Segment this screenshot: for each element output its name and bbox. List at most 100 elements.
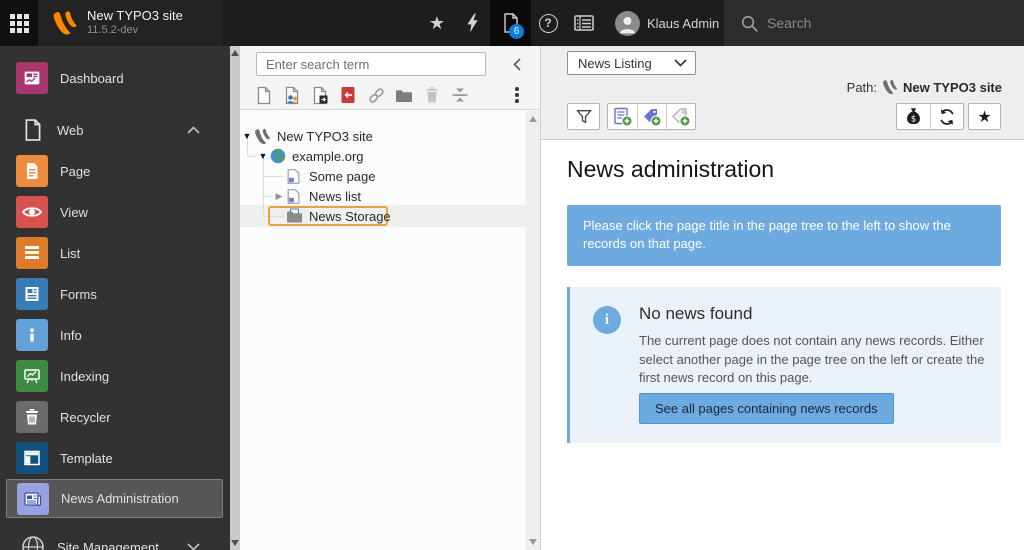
globe-icon xyxy=(270,148,286,164)
new-record-button-group xyxy=(607,103,696,130)
chevron-down-icon xyxy=(674,59,687,67)
page-icon xyxy=(287,169,300,184)
sidebar-item-label: Info xyxy=(60,328,82,343)
tree-node-label[interactable]: Some page xyxy=(309,169,376,184)
sidebar-item-info[interactable]: Info xyxy=(0,315,230,355)
modules-toggle-button[interactable] xyxy=(0,0,38,46)
divider-icon[interactable] xyxy=(446,83,474,107)
tree-node-label[interactable]: example.org xyxy=(292,149,364,164)
sidebar-item-template[interactable]: Template xyxy=(0,438,230,478)
new-category-button[interactable] xyxy=(637,104,666,129)
sidebar-item-label: View xyxy=(60,205,88,220)
page-icon xyxy=(287,189,300,204)
chevron-down-icon xyxy=(187,543,200,550)
sidebar-section-site-management[interactable]: Site Management xyxy=(0,527,230,550)
tree-search-input[interactable] xyxy=(256,52,486,76)
new-page-users-icon[interactable] xyxy=(278,83,306,107)
expander-open-icon[interactable]: ▼ xyxy=(258,151,268,161)
bookmark-star-icon: ★ xyxy=(977,107,991,127)
typo3-path-icon xyxy=(882,79,898,95)
new-tag-icon xyxy=(671,107,691,127)
doc-header: News Listing Path: New TYPO3 site xyxy=(541,46,1024,140)
collapse-tree-button[interactable] xyxy=(506,53,528,75)
svg-text:$: $ xyxy=(911,113,916,123)
tree-node-news-storage[interactable]: News Storage xyxy=(240,206,526,226)
typo3-root-icon xyxy=(254,128,271,145)
no-news-callout: i No news found The current page does no… xyxy=(567,287,1001,443)
tree-node-label[interactable]: New TYPO3 site xyxy=(277,129,373,144)
sidebar-item-view[interactable]: View xyxy=(0,192,230,232)
sidebar-scrollbar[interactable] xyxy=(230,46,240,550)
scroll-down-arrow[interactable] xyxy=(231,540,239,546)
scroll-up-arrow[interactable] xyxy=(529,116,537,122)
system-information-button[interactable] xyxy=(573,0,594,46)
more-vertical-icon[interactable] xyxy=(506,84,528,106)
brand-area[interactable]: New TYPO3 site 11.5.2-dev xyxy=(38,0,222,46)
tree-node-label[interactable]: News list xyxy=(309,189,361,204)
sidebar-item-label: List xyxy=(60,246,80,261)
new-folder-icon[interactable] xyxy=(390,83,418,107)
modules-grid-icon xyxy=(10,14,29,33)
new-shortcut-page-icon[interactable] xyxy=(306,83,334,107)
info-notice: Please click the page title in the page … xyxy=(567,205,1001,266)
avatar xyxy=(615,11,640,36)
tree-scrollbar[interactable] xyxy=(526,111,540,550)
sidebar-item-list[interactable]: List xyxy=(0,233,230,273)
tree-node-some-page[interactable]: Some page xyxy=(240,166,526,186)
module-menu: Dashboard Web Page View List Forms xyxy=(0,46,230,550)
sidebar-item-dashboard[interactable]: Dashboard xyxy=(0,58,230,98)
sidebar-item-recycler[interactable]: Recycler xyxy=(0,397,230,437)
forms-module-icon xyxy=(16,278,48,310)
new-news-record-icon xyxy=(613,107,633,127)
new-tag-button[interactable] xyxy=(666,104,695,129)
reload-icon xyxy=(938,108,956,126)
tree-node-root[interactable]: ▼ New TYPO3 site xyxy=(240,126,526,146)
site-title: New TYPO3 site xyxy=(87,8,183,24)
tree-node-site[interactable]: ▼ example.org xyxy=(240,146,526,166)
storage-folder-icon xyxy=(286,208,303,223)
sidebar-item-label: Template xyxy=(60,451,113,466)
new-mountpoint-icon[interactable] xyxy=(334,83,362,107)
see-all-pages-button[interactable]: See all pages containing news records xyxy=(639,393,894,424)
path-label: Path: xyxy=(847,80,877,95)
new-page-icon[interactable] xyxy=(250,83,278,107)
sidebar-section-web[interactable]: Web xyxy=(0,110,230,150)
sidebar-item-label: Dashboard xyxy=(60,71,124,86)
dashboard-icon xyxy=(16,62,48,94)
view-mode-value: News Listing xyxy=(578,56,674,71)
view-mode-select[interactable]: News Listing xyxy=(567,51,696,75)
new-news-record-button[interactable] xyxy=(608,104,637,129)
module-content: News Listing Path: New TYPO3 site xyxy=(540,46,1024,550)
tree-node-label[interactable]: News Storage xyxy=(309,209,391,224)
reload-button[interactable] xyxy=(930,104,963,129)
user-name[interactable]: Klaus Admin xyxy=(647,0,719,46)
breadcrumb: Path: New TYPO3 site xyxy=(847,78,1002,96)
scroll-down-arrow[interactable] xyxy=(529,539,537,545)
info-module-icon xyxy=(16,319,48,351)
open-documents-button[interactable] xyxy=(490,0,531,46)
help-button[interactable]: ? xyxy=(538,0,558,46)
filter-button[interactable] xyxy=(567,103,600,130)
topbar-search xyxy=(724,0,1024,46)
sidebar-item-label: Recycler xyxy=(60,410,111,425)
sidebar-item-forms[interactable]: Forms xyxy=(0,274,230,314)
topbar: New TYPO3 site 11.5.2-dev ★ 6 ? Klaus Ad… xyxy=(0,0,1024,46)
expander-open-icon[interactable]: ▼ xyxy=(242,131,252,141)
sidebar-item-indexing[interactable]: Indexing xyxy=(0,356,230,396)
sidebar-item-news-administration[interactable]: News Administration xyxy=(6,479,223,518)
expander-closed-icon[interactable]: ▶ xyxy=(274,191,284,202)
bookmark-button[interactable]: ★ xyxy=(968,103,1001,130)
page-tree-panel: ▼ New TYPO3 site ▼ example.org Some page xyxy=(240,46,540,550)
bookmarks-button[interactable]: ★ xyxy=(428,0,446,46)
sidebar-item-page[interactable]: Page xyxy=(0,151,230,191)
page-module-icon xyxy=(16,155,48,187)
tree-node-news-list[interactable]: ▶ News list xyxy=(240,186,526,206)
search-input[interactable] xyxy=(767,15,987,31)
new-link-icon[interactable] xyxy=(362,83,390,107)
trash-icon[interactable] xyxy=(418,83,446,107)
scroll-up-arrow[interactable] xyxy=(231,50,239,56)
user-menu[interactable] xyxy=(615,0,640,46)
cache-button[interactable]: $ xyxy=(897,104,930,129)
bolt-icon xyxy=(465,13,479,33)
clear-cache-button[interactable] xyxy=(463,0,481,46)
